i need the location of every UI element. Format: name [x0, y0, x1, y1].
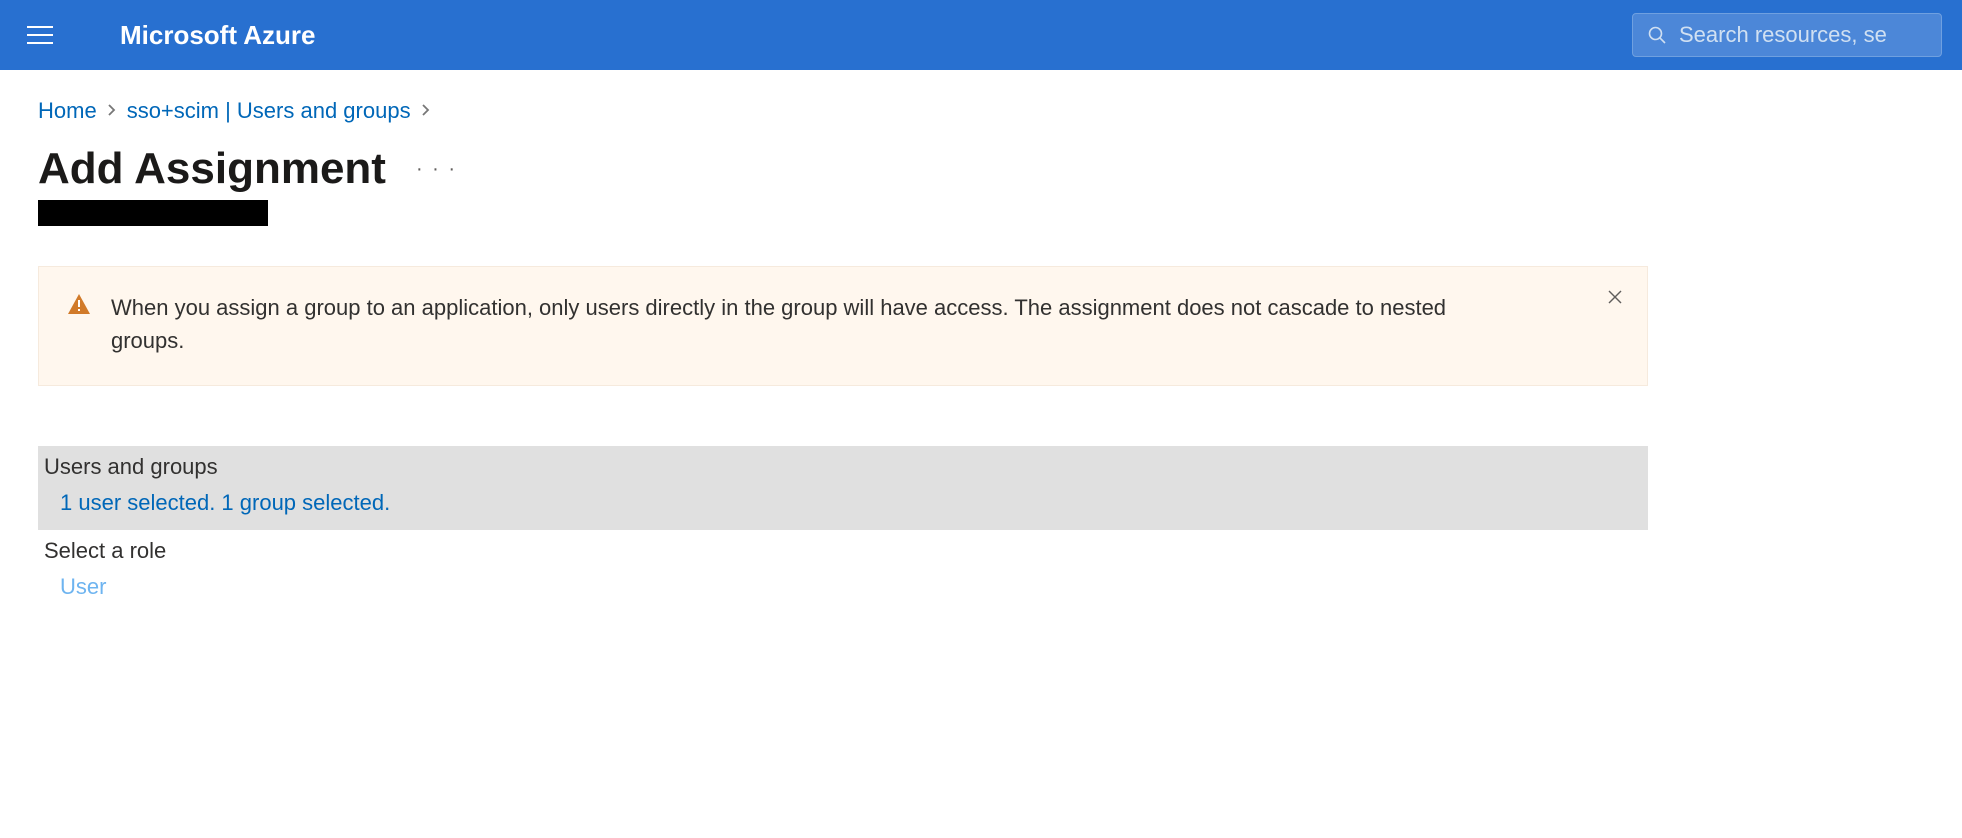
redacted-subtitle [38, 200, 268, 226]
breadcrumb-app[interactable]: sso+scim | Users and groups [127, 98, 411, 124]
search-placeholder: Search resources, se [1679, 22, 1887, 48]
brand-title: Microsoft Azure [120, 20, 316, 51]
users-groups-label: Users and groups [44, 454, 1642, 480]
role-value[interactable]: User [44, 574, 1642, 600]
menu-hamburger-icon[interactable] [20, 15, 60, 55]
search-icon [1647, 25, 1667, 45]
search-input[interactable]: Search resources, se [1632, 13, 1942, 57]
warning-banner: When you assign a group to an applicatio… [38, 266, 1648, 386]
chevron-right-icon [421, 101, 431, 122]
assignment-fields: Users and groups 1 user selected. 1 grou… [38, 446, 1648, 614]
chevron-right-icon [107, 101, 117, 122]
top-bar: Microsoft Azure Search resources, se [0, 0, 1962, 70]
page-title-row: Add Assignment · · · [38, 144, 1924, 194]
close-icon[interactable] [1607, 285, 1623, 311]
warning-icon [67, 293, 91, 315]
breadcrumb-home[interactable]: Home [38, 98, 97, 124]
role-label: Select a role [44, 538, 1642, 564]
page-title: Add Assignment [38, 144, 386, 194]
warning-banner-text: When you assign a group to an applicatio… [111, 291, 1471, 357]
breadcrumb: Home sso+scim | Users and groups [38, 98, 1924, 124]
users-groups-value[interactable]: 1 user selected. 1 group selected. [44, 490, 1642, 516]
content-area: Home sso+scim | Users and groups Add Ass… [0, 70, 1962, 642]
more-actions-button[interactable]: · · · [416, 158, 457, 181]
users-groups-field[interactable]: Users and groups 1 user selected. 1 grou… [38, 446, 1648, 530]
role-field[interactable]: Select a role User [38, 530, 1648, 614]
